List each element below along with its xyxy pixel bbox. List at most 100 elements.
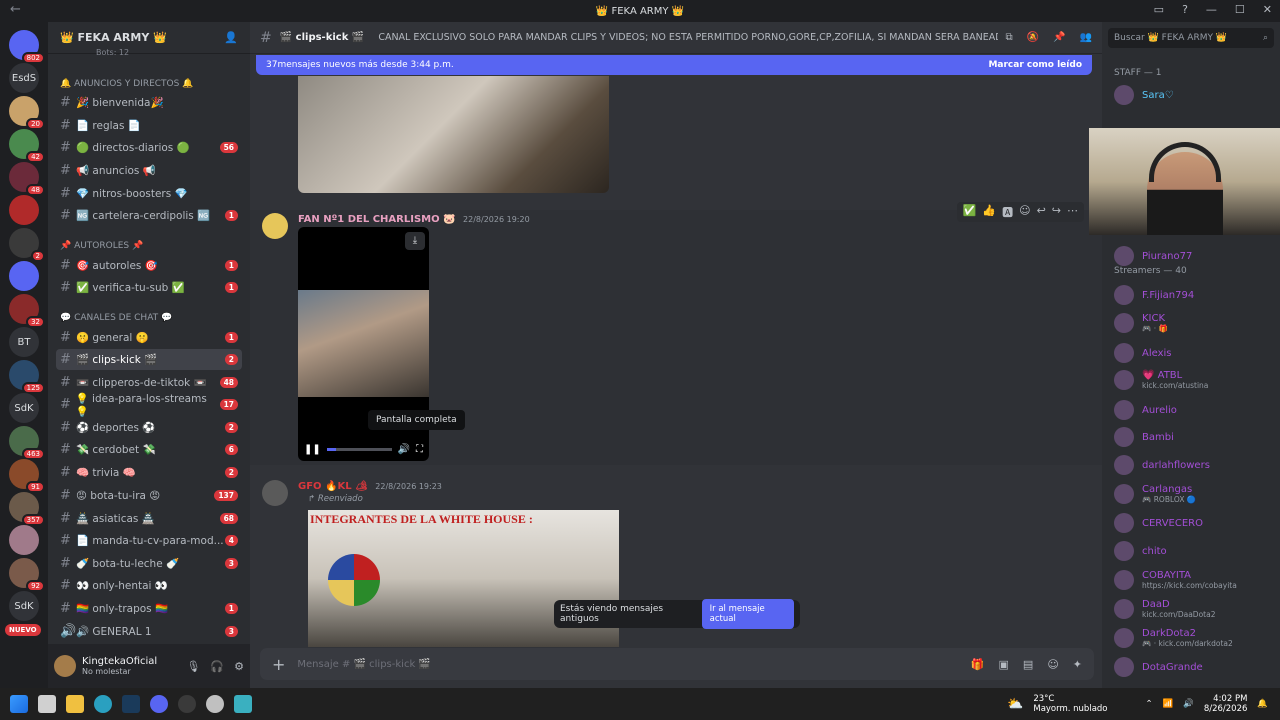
obs-icon[interactable] bbox=[178, 695, 196, 713]
jump-to-present-button[interactable]: Ir al mensaje actual bbox=[701, 599, 794, 629]
channel-item[interactable]: # 📢 anuncios 📢 bbox=[56, 160, 242, 181]
channel-item[interactable]: # 🏳️‍🌈 only-trapos 🏳️‍🌈 1 bbox=[56, 598, 242, 619]
channel-item[interactable]: # 🎯 autoroles 🎯 1 bbox=[56, 255, 242, 276]
server-icon[interactable]: 357 bbox=[9, 492, 45, 526]
member-item[interactable]: Piurano77 bbox=[1114, 243, 1276, 269]
search-input[interactable]: Buscar 👑 FEKA ARMY 👑 ⌕ bbox=[1108, 28, 1274, 48]
channel-item[interactable]: 🔊 🔊 GENERAL 1 3 bbox=[56, 621, 242, 642]
pinned-icon[interactable]: 📌 bbox=[1053, 32, 1065, 43]
message-input[interactable]: Mensaje # 🎬 clips-kick 🎬 bbox=[297, 659, 430, 670]
server-header[interactable]: 👑 FEKA ARMY 👑 👤 bbox=[48, 22, 250, 54]
channel-item[interactable]: # 🤫 general 🤫 1 bbox=[56, 327, 242, 348]
server-icon[interactable]: 20 bbox=[9, 96, 45, 130]
channel-item[interactable]: # 🟢 directos-diarios 🟢 56 bbox=[56, 137, 242, 158]
server-icon[interactable]: 463 bbox=[9, 426, 45, 460]
server-icon[interactable]: 125 bbox=[9, 360, 45, 394]
channel-item[interactable]: # 🆖 cartelera-cerdipolis 🆖 1 bbox=[56, 205, 242, 226]
volume-tray-icon[interactable]: 🔊 bbox=[1183, 699, 1194, 709]
server-icon[interactable]: BT bbox=[9, 327, 39, 357]
threads-icon[interactable]: ⧉ bbox=[1006, 32, 1013, 43]
new-messages-bar[interactable]: 37mensajes nuevos más desde 3:44 p.m. Ma… bbox=[256, 55, 1092, 75]
clock-time[interactable]: 4:02 PM bbox=[1213, 694, 1247, 704]
server-icon[interactable]: 32 bbox=[9, 294, 45, 328]
add-member-icon[interactable]: 👤 bbox=[224, 31, 238, 44]
member-item[interactable]: F.Fijian794 bbox=[1114, 282, 1276, 308]
channel-item[interactable]: # 🧠 trivia 🧠 2 bbox=[56, 462, 242, 483]
settings-gear-icon[interactable]: ⚙ bbox=[234, 660, 244, 673]
server-icon[interactable]: 42 bbox=[9, 129, 45, 163]
channel-item[interactable]: # 💡 idea-para-los-streams 💡 17 bbox=[56, 393, 242, 418]
reaction-thumbs-icon[interactable]: 👍 bbox=[982, 204, 996, 220]
server-icon[interactable]: 92 bbox=[9, 558, 45, 592]
download-icon[interactable]: ⤓ bbox=[405, 232, 425, 250]
reply-icon[interactable]: ↩ bbox=[1037, 204, 1046, 220]
volume-icon[interactable]: 🔊 bbox=[398, 444, 410, 455]
apps-icon[interactable]: ✦ bbox=[1073, 658, 1082, 671]
forward-icon[interactable]: ↪ bbox=[1052, 204, 1061, 220]
members-toggle-icon[interactable]: 👥 bbox=[1080, 32, 1092, 43]
category-anuncios[interactable]: 🔔 ANUNCIOS Y DIRECTOS 🔔 bbox=[60, 79, 193, 89]
channel-topic[interactable]: CANAL EXCLUSIVO SOLO PARA MANDAR CLIPS Y… bbox=[378, 32, 998, 43]
sticker-icon[interactable]: ▤ bbox=[1023, 658, 1033, 671]
server-icon[interactable]: 802 bbox=[9, 30, 45, 64]
fullscreen-icon[interactable]: ⛶ bbox=[416, 444, 423, 455]
member-item[interactable]: Aurelio bbox=[1114, 397, 1276, 423]
server-icon[interactable] bbox=[9, 261, 39, 291]
reaction-check-icon[interactable]: ✅ bbox=[963, 204, 977, 220]
server-icon[interactable]: SdK bbox=[9, 591, 39, 621]
member-item[interactable]: Carlangas 🎮 ROBLOX 🔵 bbox=[1114, 481, 1276, 507]
notification-bell-icon[interactable]: 🔔 bbox=[1257, 699, 1268, 709]
server-icon[interactable]: SdK bbox=[9, 393, 39, 423]
channel-item[interactable]: # 🎬 clips-kick 🎬 2 bbox=[56, 349, 242, 370]
edge-icon[interactable] bbox=[94, 695, 112, 713]
notepad-icon[interactable] bbox=[234, 695, 252, 713]
member-item[interactable]: KICK 🎮 · 🎁 bbox=[1114, 310, 1276, 336]
add-attachment-icon[interactable]: + bbox=[272, 655, 285, 674]
server-icon[interactable] bbox=[9, 525, 39, 555]
member-item[interactable]: Sara♡ bbox=[1114, 82, 1276, 108]
member-item[interactable]: DotaGrande bbox=[1114, 654, 1276, 680]
pause-icon[interactable]: ❚❚ bbox=[304, 444, 321, 455]
channel-item[interactable]: # 🎉 bienvenida🎉 bbox=[56, 92, 242, 113]
more-icon[interactable]: ⋯ bbox=[1067, 204, 1078, 220]
help-icon[interactable]: ? bbox=[1182, 3, 1188, 16]
channel-item[interactable]: # 💎 nitros-boosters 💎 bbox=[56, 183, 242, 204]
author-avatar[interactable] bbox=[262, 480, 288, 506]
file-explorer-icon[interactable] bbox=[66, 695, 84, 713]
member-item[interactable]: DarkDota2 🎮 · kick.com/darkdota2 bbox=[1114, 625, 1276, 651]
channel-item[interactable]: # 🏯 asiaticas 🏯 68 bbox=[56, 508, 242, 529]
clock-date[interactable]: 8/26/2026 bbox=[1204, 704, 1248, 714]
channel-item[interactable]: # ⚽ deportes ⚽ 2 bbox=[56, 417, 242, 438]
message-author[interactable]: FAN Nº1 DEL CHARLISMO 🐷 bbox=[298, 214, 456, 225]
weather-icon[interactable]: ⛅ bbox=[1007, 697, 1023, 712]
server-icon[interactable]: 2 bbox=[9, 228, 45, 262]
add-reaction-icon[interactable]: ☺ bbox=[1019, 204, 1030, 220]
channel-item[interactable]: # ✅ verifica-tu-sub ✅ 1 bbox=[56, 277, 242, 298]
back-arrow-icon[interactable]: ← bbox=[10, 2, 21, 17]
tray-chevron-icon[interactable]: ⌃ bbox=[1146, 699, 1153, 709]
user-avatar[interactable] bbox=[54, 655, 76, 677]
start-icon[interactable] bbox=[10, 695, 28, 713]
channel-item[interactable]: # 💸 cerdobet 💸 6 bbox=[56, 439, 242, 460]
reaction-a-icon[interactable]: 🅰 bbox=[1002, 204, 1013, 220]
member-item[interactable]: Bambi bbox=[1114, 424, 1276, 450]
mark-as-read-button[interactable]: Marcar como leído bbox=[988, 60, 1082, 70]
emoji-icon[interactable]: ☺ bbox=[1047, 658, 1058, 671]
discord-taskbar-icon[interactable] bbox=[150, 695, 168, 713]
server-icon[interactable]: 48 bbox=[9, 162, 45, 196]
steam-icon[interactable] bbox=[122, 695, 140, 713]
notifications-icon[interactable]: 🔕 bbox=[1027, 32, 1039, 43]
channel-item[interactable]: # 📼 clipperos-de-tiktok 📼 48 bbox=[56, 372, 242, 393]
server-icon[interactable]: EsdS bbox=[9, 63, 39, 93]
progress-bar[interactable] bbox=[326, 448, 392, 451]
member-item[interactable]: DaaD kick.com/DaaDota2 bbox=[1114, 596, 1276, 622]
message-composer[interactable]: + Mensaje # 🎬 clips-kick 🎬 🎁 ▣ ▤ ☺ ✦ bbox=[260, 648, 1094, 680]
message-author[interactable]: GFO 🔥KL 🏕 bbox=[298, 481, 368, 492]
member-item[interactable]: Alexis bbox=[1114, 340, 1276, 366]
channel-item[interactable]: # 🍼 bota-tu-leche 🍼 3 bbox=[56, 553, 242, 574]
channel-item[interactable]: # 📄 manda-tu-cv-para-mod... 4 bbox=[56, 530, 242, 551]
category-autoroles[interactable]: 📌 AUTOROLES 📌 bbox=[60, 241, 143, 251]
channel-item[interactable]: # 😡 bota-tu-ira 😡 137 bbox=[56, 485, 242, 506]
microphone-icon[interactable]: 🎙 bbox=[186, 660, 200, 673]
maximize-button[interactable]: ☐ bbox=[1235, 3, 1245, 16]
